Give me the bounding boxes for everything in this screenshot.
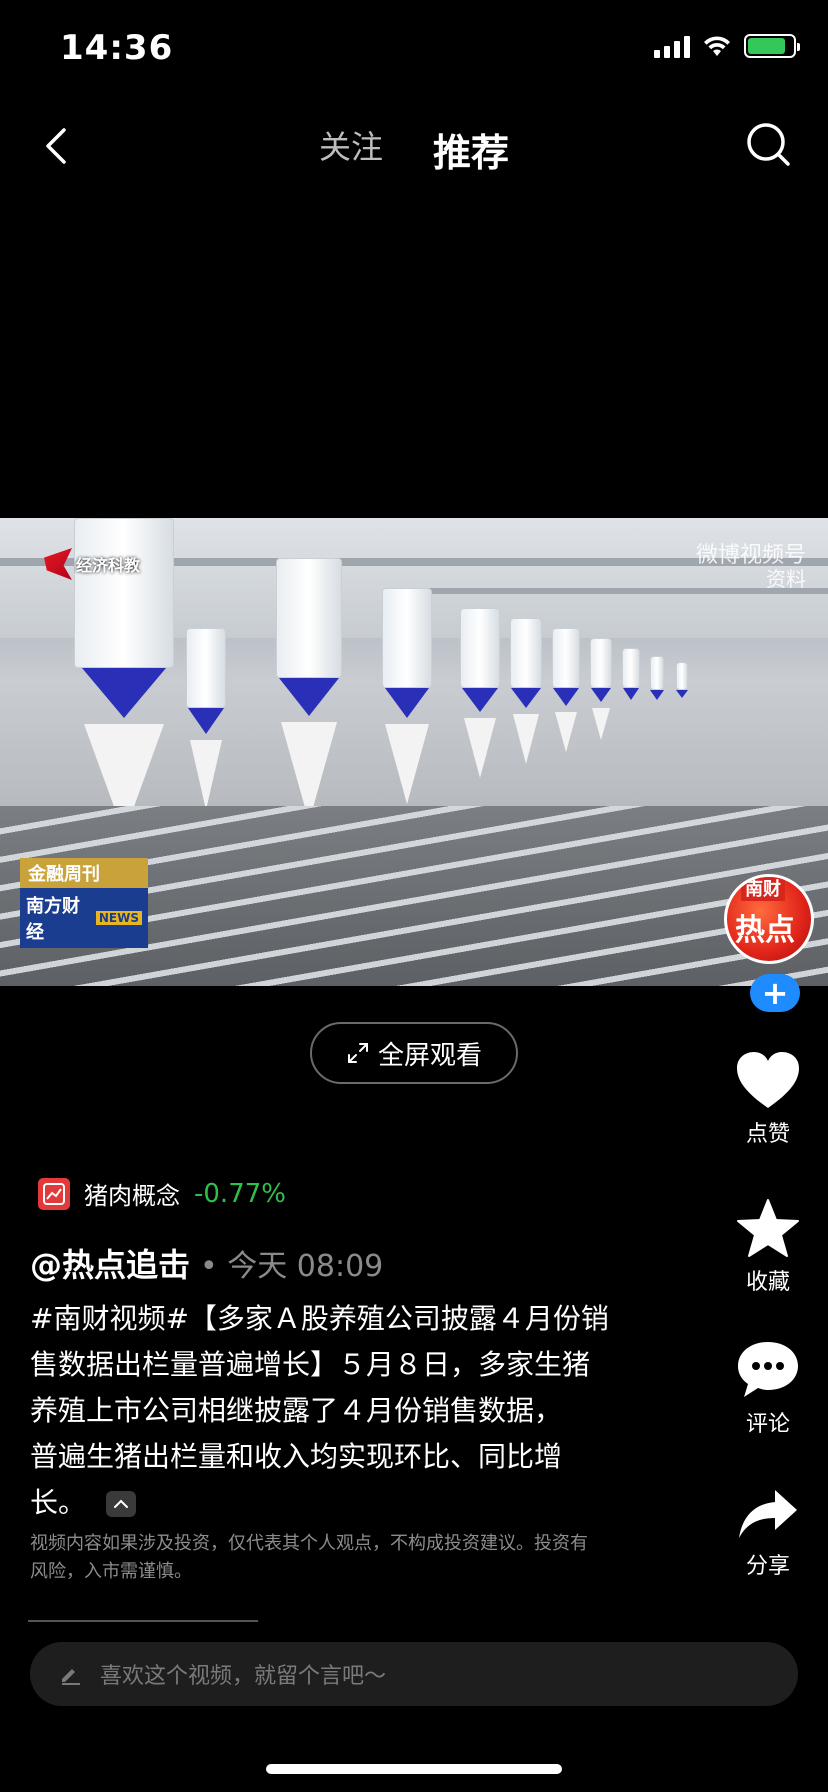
wifi-icon <box>704 36 730 56</box>
video-feeder <box>186 628 226 810</box>
status-time: 14:36 <box>60 28 174 68</box>
video-feeder <box>382 588 432 804</box>
share-label: 分享 <box>745 1554 790 1579</box>
search-button[interactable] <box>744 120 794 170</box>
comment-label: 评论 <box>745 1412 790 1437</box>
fullscreen-label: 全屏观看 <box>377 1040 482 1071</box>
author-name[interactable]: @热点追击 <box>30 1240 190 1286</box>
tab-following[interactable]: 关注 <box>319 122 383 177</box>
comment-placeholder: 喜欢这个视频，就留个言吧～ <box>100 1664 387 1689</box>
status-icons <box>654 34 800 58</box>
news-badge: 金融周刊 南方财经 NEWS <box>20 858 148 948</box>
video-watermark: 微博视频号 资料 <box>695 543 806 592</box>
chevron-up-icon <box>114 1499 129 1508</box>
video-feeder <box>460 608 500 778</box>
video-feeder <box>650 656 664 700</box>
stock-chart-icon <box>38 1177 70 1210</box>
video-feeder <box>276 558 342 822</box>
caption-line: #南财视频#【多家Ａ股养殖公司披露４月份销 <box>30 1302 609 1335</box>
video-feeder <box>622 648 640 700</box>
collapse-button[interactable] <box>106 1491 137 1517</box>
stock-change: -0.77% <box>194 1178 286 1209</box>
tab-recommended[interactable]: 推荐 <box>433 122 509 177</box>
star-icon <box>737 1199 799 1257</box>
home-indicator[interactable] <box>266 1764 562 1774</box>
caption-line-last: 长。 <box>30 1480 660 1526</box>
post-caption: #南财视频#【多家Ａ股养殖公司披露４月份销 售数据出栏量普遍增长】５月８日，多家… <box>30 1296 660 1526</box>
status-bar: 14:36 <box>0 0 828 100</box>
channel-logo: 经济科教 <box>44 548 140 580</box>
stock-concept-link[interactable]: 猪肉概念 -0.77% <box>38 1176 286 1211</box>
feed-tabs: 关注 推荐 <box>0 122 828 177</box>
pencil-icon <box>62 1669 80 1685</box>
comment-input[interactable]: 喜欢这个视频，就留个言吧～ <box>30 1642 798 1706</box>
caption-line: 普遍生猪出栏量和收入均实现环比、同比增 <box>30 1440 563 1473</box>
stock-name: 猪肉概念 <box>84 1182 180 1210</box>
fullscreen-icon <box>347 1043 368 1063</box>
comment-icon <box>738 1342 798 1397</box>
favorite-button[interactable]: 收藏 <box>708 1198 828 1296</box>
battery-icon <box>744 34 800 58</box>
video-feeder <box>590 638 612 740</box>
divider <box>28 1620 258 1622</box>
caption-line: 养殖上市公司相继披露了４月份销售数据， <box>30 1394 563 1427</box>
video-player[interactable]: 经济科教 微博视频号 资料 金融周刊 南方财经 NEWS <box>0 518 828 986</box>
like-label: 点赞 <box>745 1122 790 1147</box>
author-line: @热点追击 • 今天 08:09 <box>30 1240 383 1286</box>
favorite-label: 收藏 <box>745 1270 790 1295</box>
share-icon <box>739 1490 797 1538</box>
investment-disclaimer: 视频内容如果涉及投资，仅代表其个人观点，不构成投资建议。投资有 风险，入市需谨慎… <box>30 1533 588 1582</box>
search-icon <box>747 123 790 166</box>
post-time: • 今天 08:09 <box>200 1249 384 1284</box>
plus-icon: + <box>761 974 789 1012</box>
follow-button[interactable]: + <box>750 974 800 1012</box>
video-feeder <box>510 618 542 764</box>
caption-line: 售数据出栏量普遍增长】５月８日，多家生猪 <box>30 1348 591 1381</box>
video-feeder <box>552 628 580 752</box>
video-feeder <box>676 662 688 698</box>
share-button[interactable]: 分享 <box>708 1488 828 1580</box>
like-button[interactable]: 点赞 <box>708 1050 828 1148</box>
fullscreen-button[interactable]: 全屏观看 <box>310 1022 518 1084</box>
avatar[interactable]: 南财 热点 <box>724 874 814 964</box>
heart-icon <box>737 1052 799 1108</box>
top-nav: 关注 推荐 <box>0 110 828 180</box>
comment-button[interactable]: 评论 <box>708 1340 828 1438</box>
author-avatar-group: 南财 热点 + <box>724 874 814 1014</box>
signal-icon <box>654 34 690 58</box>
